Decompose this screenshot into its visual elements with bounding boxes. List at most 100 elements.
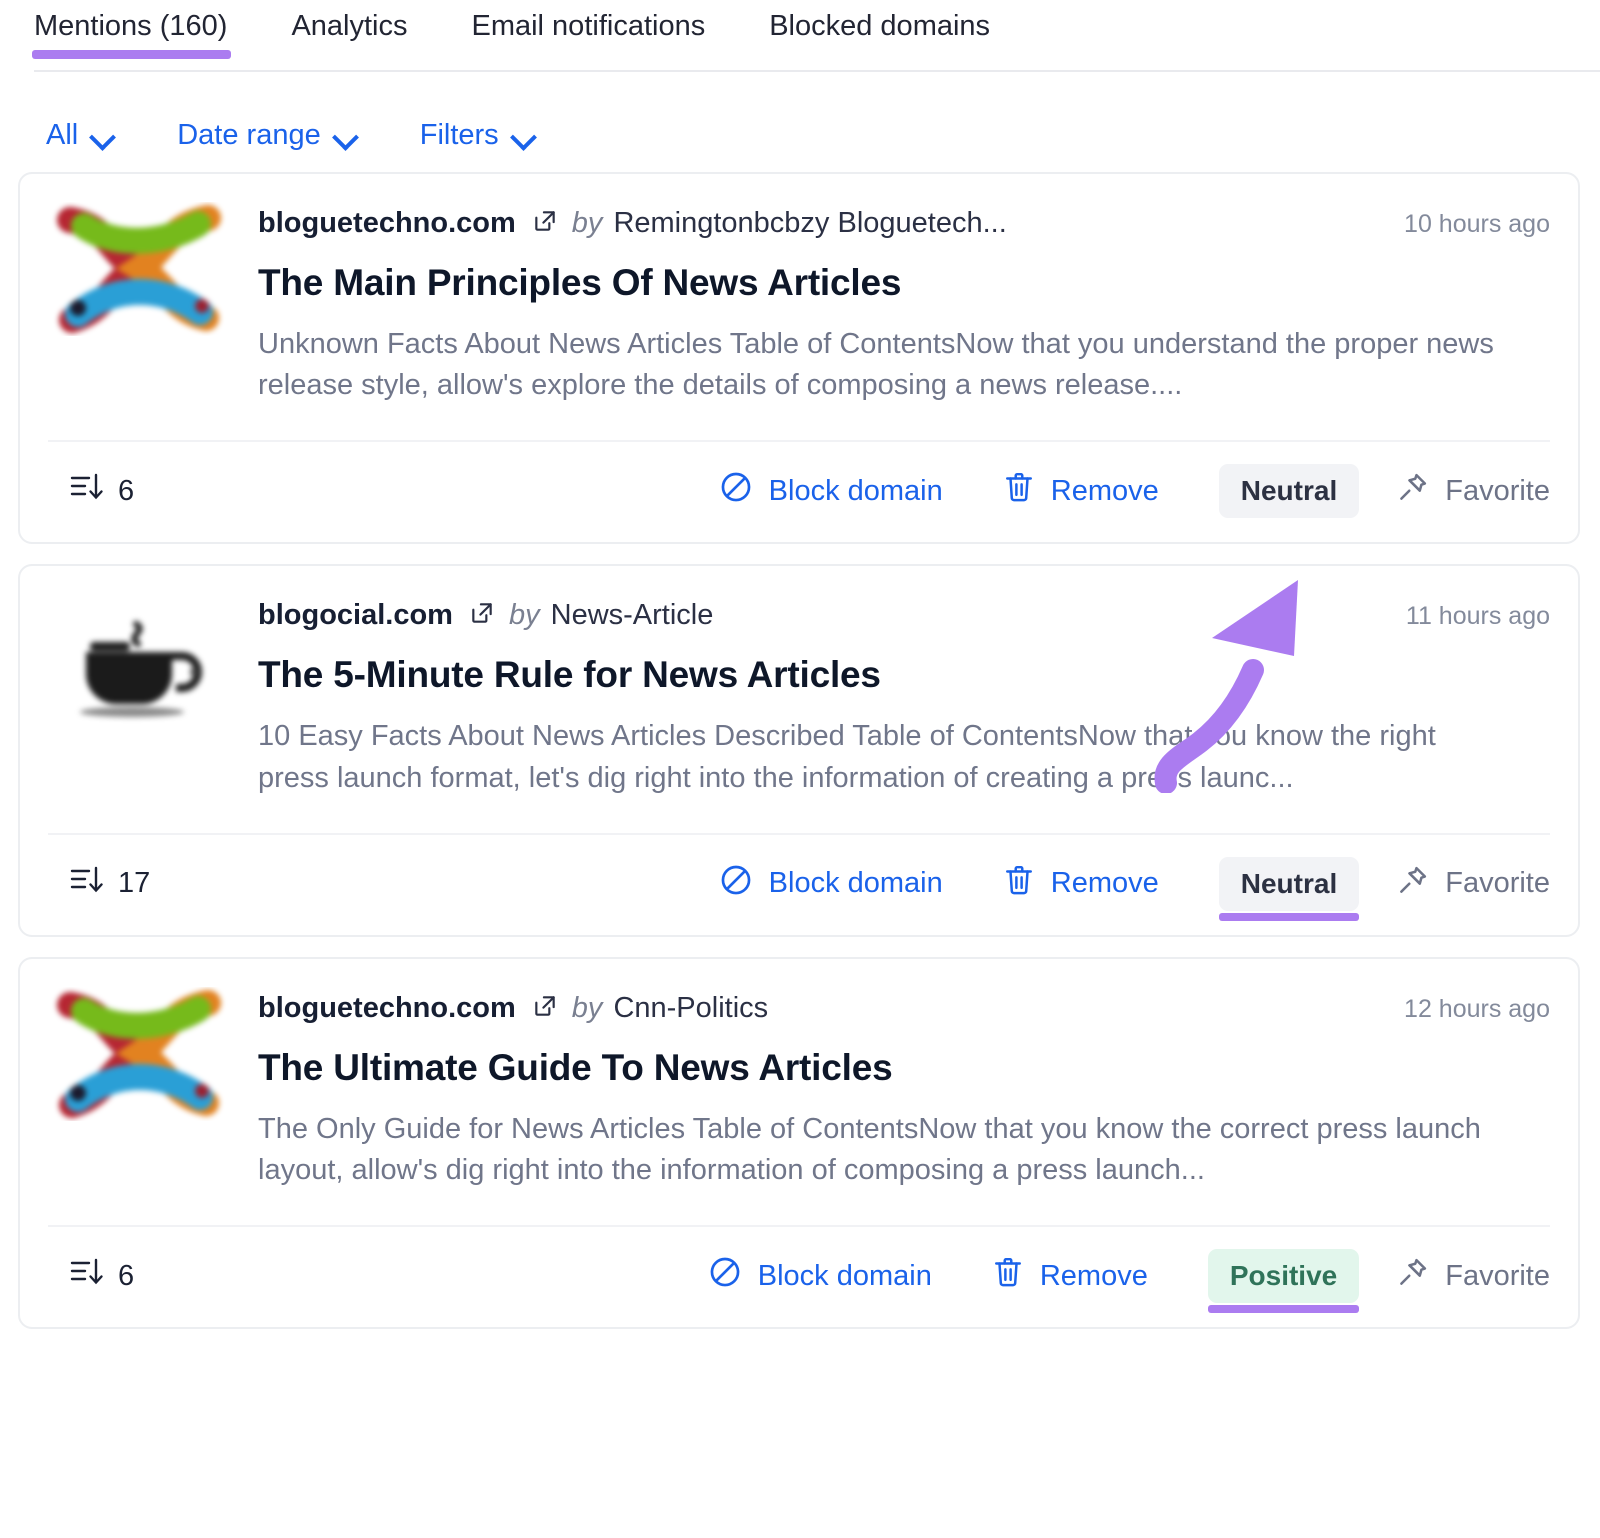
mention-domain[interactable]: bloguetechno.com: [258, 207, 516, 240]
sentiment-underline-highlight: [1218, 912, 1360, 921]
trash-icon: [1003, 863, 1035, 905]
sentiment-badge[interactable]: Neutral: [1218, 464, 1360, 519]
remove-label: Remove: [1050, 474, 1159, 507]
backlinks-icon: [70, 472, 104, 510]
mention-title[interactable]: The Main Principles Of News Articles: [258, 262, 1550, 304]
external-link-icon[interactable]: [469, 600, 495, 631]
favorite-label: Favorite: [1445, 867, 1550, 900]
pin-icon: [1397, 471, 1429, 511]
mention-card-body: bloguetechno.com by Remingtonbcbzy Blogu…: [48, 202, 1550, 406]
tab-blocked-domains[interactable]: Blocked domains: [769, 0, 990, 41]
chevron-down-icon: [91, 128, 115, 142]
remove-button[interactable]: Remove: [1003, 470, 1159, 512]
sentiment-label: Neutral: [1240, 867, 1338, 899]
mention-action-buttons: Block domain Remove Positive Favorite: [708, 1249, 1550, 1314]
mention-timestamp: 11 hours ago: [1405, 602, 1550, 631]
remove-button[interactable]: Remove: [992, 1255, 1148, 1297]
block-domain-label: Block domain: [757, 1259, 932, 1292]
mention-content: bloguetechno.com by Cnn-Politics 12 hour…: [258, 987, 1550, 1191]
mention-by-label: by: [571, 991, 603, 1024]
favorite-button[interactable]: Favorite: [1397, 1256, 1550, 1296]
tab-mentions-label: Mentions (160): [34, 10, 228, 42]
backlinks-count: 6: [70, 1257, 134, 1295]
mention-timestamp: 12 hours ago: [1404, 994, 1550, 1023]
filter-all-dropdown[interactable]: All: [46, 119, 115, 152]
mention-thumbnail: [48, 202, 230, 336]
filter-filters-dropdown[interactable]: Filters: [420, 119, 536, 152]
mention-meta-row: bloguetechno.com by Cnn-Politics 12 hour…: [258, 991, 1550, 1025]
mention-snippet: The Only Guide for News Articles Table o…: [258, 1112, 1481, 1186]
mention-author: Cnn-Politics: [613, 991, 769, 1024]
favorite-label: Favorite: [1445, 1259, 1550, 1292]
pin-icon: [1397, 1256, 1429, 1296]
mention-card[interactable]: bloguetechno.com by Cnn-Politics 12 hour…: [18, 956, 1580, 1330]
tab-email-notifications-label: Email notifications: [471, 10, 706, 42]
block-domain-button[interactable]: Block domain: [708, 1255, 932, 1297]
favorite-button[interactable]: Favorite: [1397, 864, 1550, 904]
mention-author: News-Article: [550, 599, 714, 632]
external-link-icon[interactable]: [532, 208, 558, 239]
mention-author: Remingtonbcbzy Bloguetech...: [613, 207, 1007, 239]
remove-label: Remove: [1050, 867, 1159, 900]
favorite-button[interactable]: Favorite: [1397, 471, 1550, 511]
remove-label: Remove: [1039, 1259, 1148, 1292]
tab-analytics-label: Analytics: [291, 10, 408, 42]
trash-icon: [1003, 470, 1035, 512]
mention-card-body: blogocial.com by News-Article 11 hours a…: [48, 594, 1550, 798]
filter-all-label: All: [46, 118, 79, 151]
block-domain-button[interactable]: Block domain: [719, 470, 943, 512]
block-domain-label: Block domain: [768, 474, 943, 507]
backlinks-value: 17: [118, 867, 151, 900]
mention-action-buttons: Block domain Remove Neutral Favorite: [719, 464, 1550, 519]
backlinks-count: 17: [70, 865, 150, 903]
mention-snippet: Unknown Facts About News Articles Table …: [258, 328, 1494, 402]
external-link-icon[interactable]: [532, 993, 558, 1024]
chevron-down-icon: [512, 128, 536, 142]
tab-bar: Mentions (160) Analytics Email notificat…: [0, 0, 1600, 72]
mention-title[interactable]: The Ultimate Guide To News Articles: [258, 1047, 1550, 1089]
filter-bar: All Date range Filters: [0, 72, 1600, 154]
backlinks-count: 6: [70, 472, 134, 510]
block-icon: [708, 1255, 742, 1297]
block-domain-label: Block domain: [768, 867, 943, 900]
filter-date-range-dropdown[interactable]: Date range: [177, 119, 358, 152]
mention-timestamp: 10 hours ago: [1404, 210, 1550, 238]
mention-content: blogocial.com by News-Article 11 hours a…: [258, 594, 1550, 798]
sentiment-label: Positive: [1229, 1260, 1338, 1292]
mentions-list: bloguetechno.com by Remingtonbcbzy Blogu…: [0, 154, 1600, 1330]
block-domain-button[interactable]: Block domain: [719, 863, 943, 905]
mention-by-label: by: [571, 207, 603, 239]
sentiment-underline-highlight: [1207, 1305, 1360, 1314]
backlinks-icon: [70, 865, 104, 903]
chevron-down-icon: [334, 128, 358, 142]
mention-thumbnail: [48, 594, 230, 729]
mention-actions-row: 6 Block domain: [48, 1225, 1550, 1327]
backlinks-value: 6: [118, 474, 135, 507]
tab-mentions[interactable]: Mentions (160): [31, 0, 232, 59]
block-icon: [719, 470, 753, 512]
filter-filters-label: Filters: [419, 118, 499, 151]
favorite-label: Favorite: [1445, 474, 1550, 507]
tab-blocked-domains-label: Blocked domains: [769, 10, 991, 42]
tab-analytics[interactable]: Analytics: [291, 0, 407, 41]
mention-domain[interactable]: blogocial.com: [258, 599, 453, 632]
mention-actions-row: 6 Block domain: [48, 440, 1550, 542]
mention-snippet: 10 Easy Facts About News Articles Descri…: [258, 720, 1436, 794]
sentiment-badge[interactable]: Neutral: [1218, 856, 1360, 921]
mention-meta-row: bloguetechno.com by Remingtonbcbzy Blogu…: [258, 206, 1550, 240]
mention-card[interactable]: bloguetechno.com by Remingtonbcbzy Blogu…: [18, 172, 1580, 545]
mention-domain[interactable]: bloguetechno.com: [258, 992, 516, 1025]
mention-title[interactable]: The 5-Minute Rule for News Articles: [258, 654, 1550, 696]
mention-by-label: by: [508, 599, 540, 632]
tab-email-notifications[interactable]: Email notifications: [471, 0, 705, 41]
mention-card[interactable]: blogocial.com by News-Article 11 hours a…: [18, 564, 1580, 937]
mention-actions-row: 17 Block domain Remove Neutral Favorite: [48, 832, 1550, 935]
backlinks-value: 6: [118, 1259, 135, 1292]
mention-card-body: bloguetechno.com by Cnn-Politics 12 hour…: [48, 986, 1550, 1191]
remove-button[interactable]: Remove: [1003, 863, 1159, 905]
mention-meta-row: blogocial.com by News-Article 11 hours a…: [258, 598, 1550, 632]
mention-thumbnail: [48, 986, 230, 1121]
trash-icon: [992, 1255, 1024, 1297]
sentiment-badge[interactable]: Positive: [1207, 1249, 1360, 1314]
sentiment-label: Neutral: [1240, 475, 1338, 507]
